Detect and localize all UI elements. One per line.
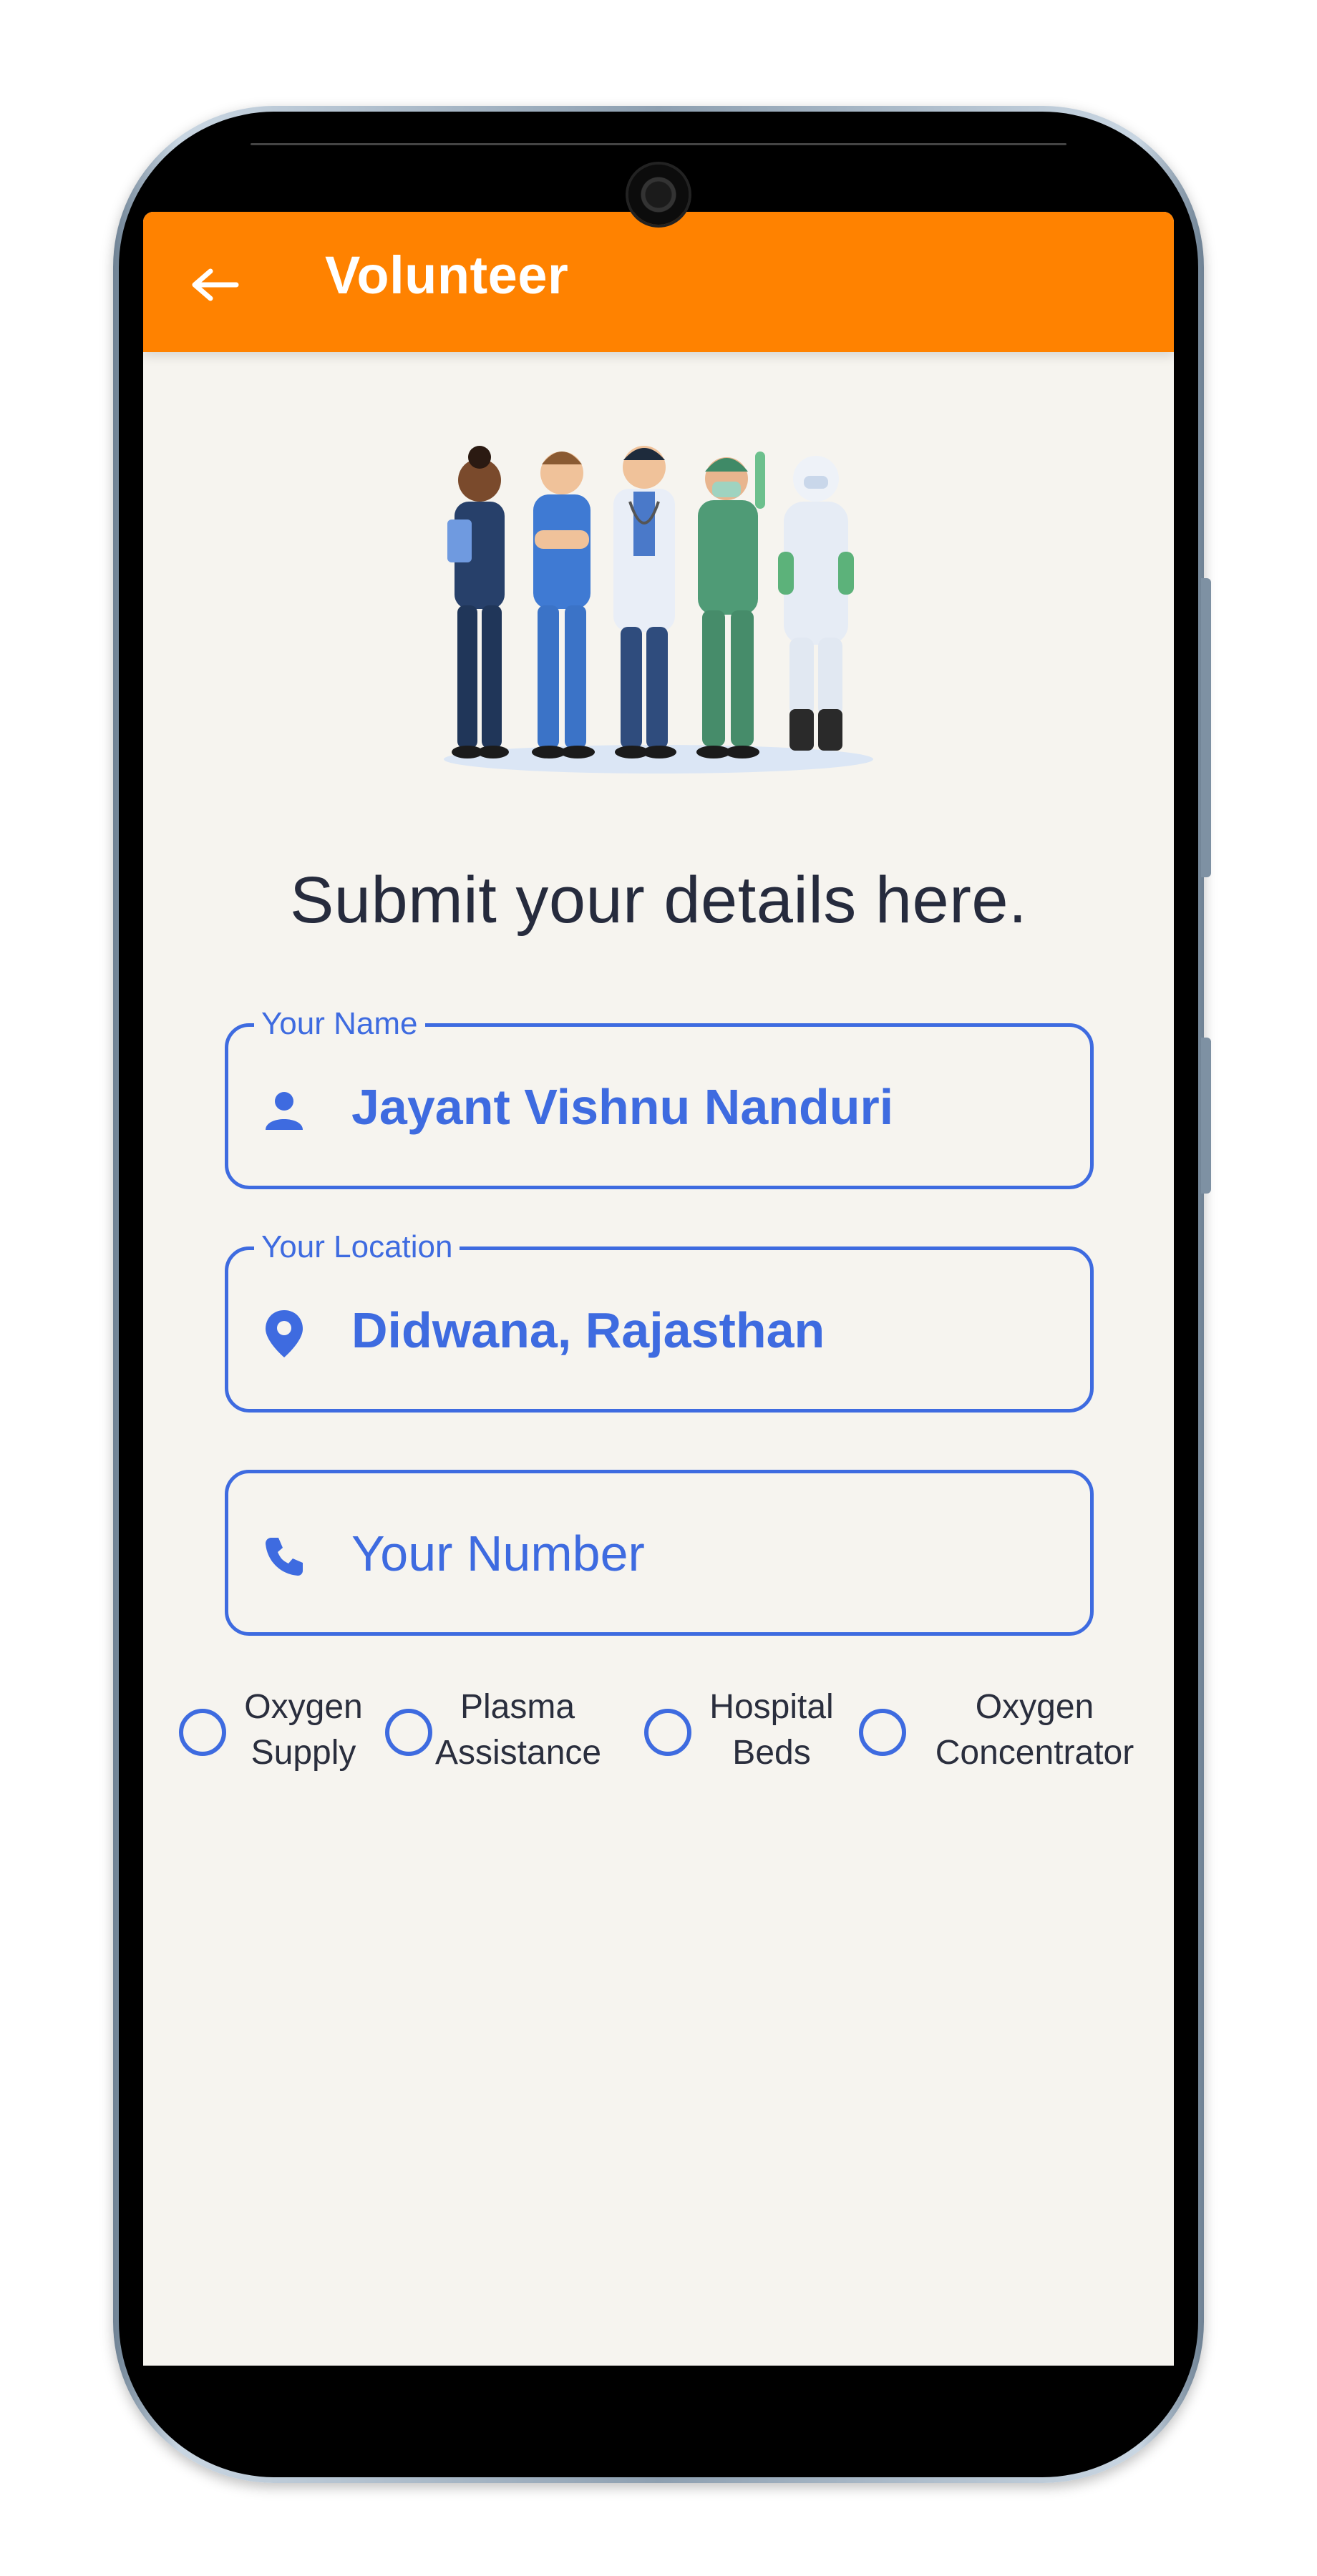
arrow-left-icon — [192, 268, 239, 301]
number-input[interactable] — [351, 1518, 1067, 1589]
back-button[interactable] — [183, 256, 248, 313]
option-label-line2: Supply — [251, 1734, 356, 1772]
radio-button[interactable] — [644, 1709, 691, 1756]
radio-button[interactable] — [179, 1709, 226, 1756]
power-button — [1201, 1038, 1211, 1194]
option-label: Hospital Beds — [700, 1684, 843, 1776]
person-icon — [258, 1084, 310, 1136]
name-field-label: Your Name — [254, 1005, 425, 1043]
option-oxygen-supply[interactable]: Oxygen Supply — [179, 1684, 372, 1785]
app-screen: Volunteer Submit your details here. Your… — [143, 212, 1174, 2366]
form-heading: Submit your details here. — [289, 864, 1028, 937]
front-camera — [628, 165, 689, 225]
option-label-line2: Concentrator — [935, 1734, 1134, 1772]
phone-mockup: Volunteer Submit your details here. Your… — [0, 0, 1317, 2576]
location-pin-icon — [258, 1307, 310, 1359]
option-oxygen-concentrator[interactable]: Oxygen Concentrator — [859, 1684, 1174, 1785]
option-label-line1: Oxygen — [975, 1688, 1094, 1726]
option-label: Oxygen Concentrator — [915, 1684, 1155, 1776]
option-hospital-beds[interactable]: Hospital Beds — [644, 1684, 859, 1785]
option-label: Plasma Assistance — [435, 1684, 602, 1776]
radio-button[interactable] — [385, 1709, 432, 1756]
location-field-value: Didwana, Rajasthan — [351, 1302, 825, 1358]
option-label-line2: Assistance — [435, 1734, 602, 1772]
option-label-line1: Hospital — [709, 1688, 834, 1726]
radio-button[interactable] — [859, 1709, 906, 1756]
phone-icon — [258, 1531, 310, 1582]
name-field[interactable]: Your Name Jayant Vishnu Nanduri — [225, 1005, 1094, 1189]
location-field-label: Your Location — [254, 1229, 460, 1266]
option-label-line1: Plasma — [460, 1688, 575, 1726]
number-field[interactable] — [225, 1470, 1094, 1636]
app-bar-title: Volunteer — [325, 245, 569, 305]
option-label-line1: Oxygen — [244, 1688, 363, 1726]
option-plasma-assistance[interactable]: Plasma Assistance — [385, 1684, 602, 1785]
volume-button — [1201, 578, 1211, 877]
app-bar: Volunteer — [143, 212, 1174, 352]
speaker-grille — [251, 143, 1066, 145]
medical-staff-illustration — [444, 446, 873, 774]
name-field-value: Jayant Vishnu Nanduri — [351, 1079, 894, 1135]
option-label: Oxygen Supply — [239, 1684, 368, 1776]
location-field[interactable]: Your Location Didwana, Rajasthan — [225, 1229, 1094, 1413]
assistance-options: Oxygen Supply Plasma Assistance Hospital… — [143, 1684, 1174, 1785]
option-label-line2: Beds — [732, 1734, 811, 1772]
